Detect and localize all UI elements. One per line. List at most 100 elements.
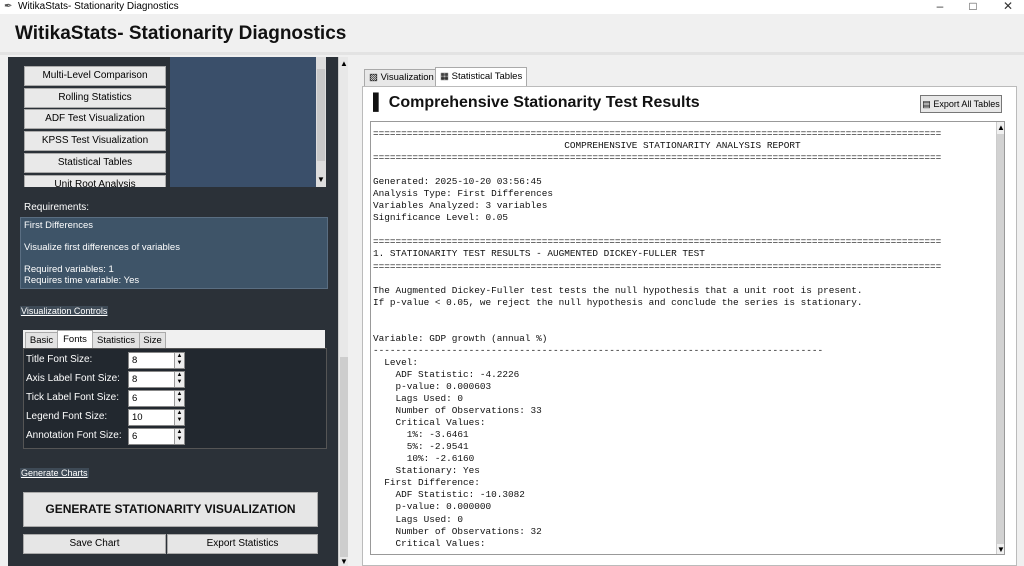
requirements-title: First Differences <box>24 220 93 231</box>
tick-label-font-size-row: Tick Label Font Size: 6 ▲ ▼ <box>26 389 326 408</box>
tab-visualization[interactable]: ▨ Visualization <box>364 69 439 87</box>
title-font-size-spinbox[interactable]: 8 ▲ ▼ <box>128 352 185 369</box>
tab-statistics[interactable]: Statistics <box>92 332 140 349</box>
report-line: Significance Level: 0.05 <box>373 212 509 224</box>
report-scroll-thumb[interactable] <box>997 134 1004 544</box>
legend-font-size-row: Legend Font Size: 10 ▲ ▼ <box>26 408 326 427</box>
adf-test-visualization-button[interactable]: ADF Test Visualization <box>24 109 166 129</box>
report-line <box>373 224 941 236</box>
visualization-tabs: Basic Fonts Statistics Size <box>23 330 325 349</box>
close-button[interactable]: ✕ <box>993 0 1023 14</box>
spin-arrows-icon[interactable]: ▲ ▼ <box>174 353 184 368</box>
report-line: The Augmented Dickey-Fuller test tests t… <box>373 284 863 296</box>
report-line: ADF Statistic: -4.2226 <box>373 368 520 380</box>
report-line: ========================================… <box>373 128 942 139</box>
report-line: COMPREHENSIVE STATIONARITY ANALYSIS REPO… <box>373 140 801 152</box>
statistical-tables-button[interactable]: Statistical Tables <box>24 153 166 173</box>
results-title-text: Comprehensive Stationarity Test Results <box>388 94 700 111</box>
axis-label-font-size-label: Axis Label Font Size: <box>26 373 120 384</box>
report-line: Stationary: Yes <box>373 465 480 477</box>
report-line: Critical Values: <box>373 537 486 549</box>
panel-splitter[interactable] <box>348 57 358 566</box>
report-line: 5%: -2.9541 <box>373 441 469 453</box>
maximize-button[interactable]: □ <box>958 0 988 14</box>
report-line: Generated: 2025-10-20 03:56:45 <box>373 176 542 188</box>
export-icon: ▤ <box>922 99 931 109</box>
requirements-box: First Differences Visualize first differ… <box>20 217 328 289</box>
report-line: 10%: -2.6160 <box>373 453 475 465</box>
window-title-bar: ✒ WitikaStats- Stationarity Diagnostics … <box>0 0 1024 14</box>
rolling-statistics-button[interactable]: Rolling Statistics <box>24 88 166 108</box>
scroll-up-arrow-icon[interactable]: ▲ <box>997 123 1004 132</box>
report-line: Lags Used: 0 <box>373 513 464 525</box>
requires-time-variable: Requires time variable: Yes <box>24 275 140 286</box>
font-controls-panel: Title Font Size: 8 ▲ ▼ Axis Label Font Siz… <box>23 348 327 449</box>
generate-visualization-button[interactable]: GENERATE STATIONARITY VISUALIZATION <box>23 492 318 527</box>
report-text-area[interactable]: ========================================… <box>370 121 1005 555</box>
tab-size[interactable]: Size <box>139 332 166 349</box>
report-line: First Difference: <box>373 477 480 489</box>
unit-root-analysis-button[interactable]: Unit Root Analysis <box>24 175 166 187</box>
report-scrollbar[interactable]: ▲ ▼ <box>996 122 1004 554</box>
report-line: ========================================… <box>373 152 942 164</box>
report-line: If p-value < 0.05, we reject the null hy… <box>373 296 863 308</box>
visualization-tab-icon: ▨ <box>369 72 378 83</box>
tab-statistical-tables[interactable]: ▦ Statistical Tables <box>435 67 528 86</box>
app-header: WitikaStats- Stationarity Diagnostics <box>0 14 1024 55</box>
multi-level-comparison-button[interactable]: Multi-Level Comparison <box>24 66 166 86</box>
app-feather-icon: ✒ <box>4 1 13 12</box>
kpss-test-visualization-button[interactable]: KPSS Test Visualization <box>24 131 166 151</box>
export-all-tables-button[interactable]: ▤ Export All Tables <box>920 95 1002 113</box>
legend-font-size-label: Legend Font Size: <box>26 411 108 422</box>
legend-font-size-spinbox[interactable]: 10 ▲ ▼ <box>128 409 185 426</box>
annotation-font-size-spinbox[interactable]: 6 ▲ ▼ <box>128 428 185 445</box>
report-line: ADF Statistic: -10.3082 <box>373 489 525 501</box>
window-title: WitikaStats- Stationarity Diagnostics <box>18 1 179 12</box>
report-line: Analysis Type: First Differences <box>373 188 554 200</box>
tick-label-font-size-spinbox[interactable]: 6 ▲ ▼ <box>128 390 185 407</box>
axis-label-font-size-spinbox[interactable]: 8 ▲ ▼ <box>128 371 185 388</box>
tab-fonts[interactable]: Fonts <box>57 330 93 349</box>
report-line: p-value: 0.000000 <box>373 501 492 513</box>
report-line: Variables Analyzed: 3 variables <box>373 200 548 212</box>
spin-arrows-icon[interactable]: ▲ ▼ <box>174 391 184 406</box>
required-variables: Required variables: 1 <box>24 264 114 275</box>
visualization-controls-label: Visualization Controls <box>20 306 109 316</box>
scroll-down-arrow-icon[interactable]: ▼ <box>997 545 1004 554</box>
title-font-size-row: Title Font Size: 8 ▲ ▼ <box>26 351 326 370</box>
report-line: Level: <box>373 356 419 368</box>
results-title: ▌ Comprehensive Stationarity Test Result… <box>373 94 700 112</box>
button-list-scrollbar[interactable]: ▼ <box>316 57 326 187</box>
annotation-font-size-row: Annotation Font Size: 6 ▲ ▼ <box>26 427 326 446</box>
spin-arrows-icon[interactable]: ▲ ▼ <box>174 410 184 425</box>
save-chart-button[interactable]: Save Chart <box>23 534 166 554</box>
tick-label-font-size-label: Tick Label Font Size: <box>26 392 120 403</box>
requirements-label: Requirements: <box>24 202 90 213</box>
chart-icon: ▌ <box>373 94 385 111</box>
report-line: ========================================… <box>373 236 942 248</box>
export-all-label: Export All Tables <box>933 99 1000 109</box>
report-line <box>373 309 941 321</box>
button-list-scroll-thumb[interactable] <box>317 69 325 161</box>
app-title: WitikaStats- Stationarity Diagnostics <box>15 23 347 44</box>
scroll-down-arrow-icon[interactable]: ▼ <box>340 557 348 566</box>
scroll-up-arrow-icon[interactable]: ▲ <box>340 59 348 68</box>
report-line: p-value: 0.000603 <box>373 380 492 392</box>
report-line: Variable: GDP growth (annual %) <box>373 332 548 344</box>
axis-label-font-size-row: Axis Label Font Size: 8 ▲ ▼ <box>26 370 326 389</box>
requirements-description: Visualize first differences of variables <box>24 242 180 253</box>
left-panel-scroll-thumb[interactable] <box>340 357 348 557</box>
minimize-button[interactable]: – <box>925 0 955 14</box>
button-list-canvas <box>174 57 316 187</box>
scroll-down-arrow-icon[interactable]: ▼ <box>317 175 325 184</box>
report-line: Critical Values: <box>373 417 486 429</box>
report-line <box>373 273 941 285</box>
spin-arrows-icon[interactable]: ▲ ▼ <box>174 429 184 444</box>
export-statistics-button[interactable]: Export Statistics <box>167 534 318 554</box>
statistical-tables-panel: ▌ Comprehensive Stationarity Test Result… <box>362 86 1017 566</box>
generate-charts-label: Generate Charts <box>20 468 89 478</box>
spin-arrows-icon[interactable]: ▲ ▼ <box>174 372 184 387</box>
tab-basic[interactable]: Basic <box>25 332 58 349</box>
report-line <box>373 321 941 333</box>
statistical-tables-tab-label: Statistical Tables <box>451 71 523 82</box>
